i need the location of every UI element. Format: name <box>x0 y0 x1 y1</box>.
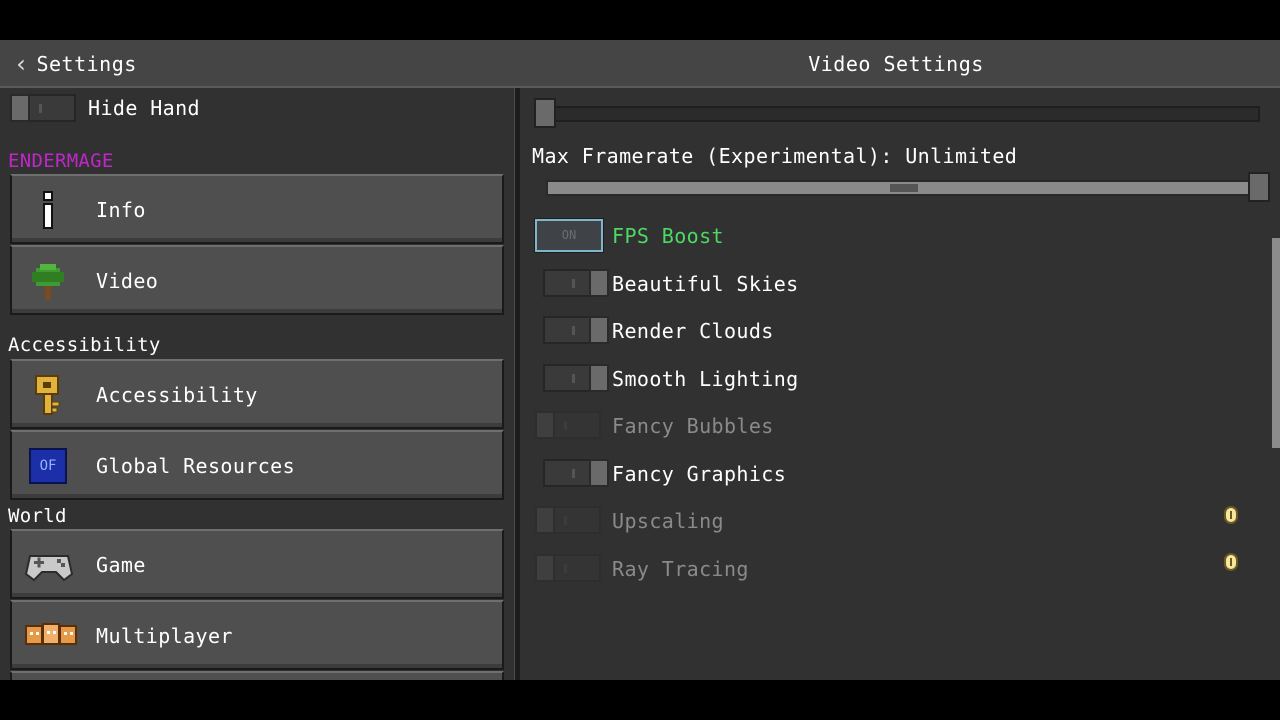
info-icon <box>28 191 68 229</box>
page-title: Video Settings <box>808 52 984 76</box>
sidebar-item-label: Info <box>96 198 146 222</box>
section-endermage: ENDERMAGE <box>8 150 114 172</box>
back-button[interactable]: ‹ Settings <box>14 49 137 79</box>
fancy-graphics-toggle[interactable] <box>543 459 609 487</box>
header-bar: ‹ Settings Video Settings <box>0 40 1280 88</box>
toggle-knob <box>10 94 30 122</box>
fps-boost-label: FPS Boost <box>612 224 724 248</box>
max-framerate-slider-track[interactable] <box>546 180 1260 196</box>
slider-notch <box>890 184 918 192</box>
sidebar-item-accessibility[interactable]: Accessibility <box>10 359 504 429</box>
toggle-knob <box>535 506 555 534</box>
sidebar-item-label: Global Resources <box>96 454 296 478</box>
back-label: Settings <box>36 52 137 76</box>
sidebar-item-partial[interactable] <box>10 671 504 680</box>
toggle-knob <box>535 411 555 439</box>
sidebar-item-info[interactable]: Info <box>10 174 504 244</box>
smooth-lighting-toggle[interactable] <box>543 364 609 392</box>
upscaling-label: Upscaling <box>612 509 724 533</box>
fancy-graphics-label: Fancy Graphics <box>612 462 787 486</box>
hide-hand-label: Hide Hand <box>88 96 200 120</box>
resource-pack-icon: OF <box>28 448 68 484</box>
render-clouds-label: Render Clouds <box>612 319 774 343</box>
fps-boost-toggle[interactable]: ON <box>534 218 604 253</box>
top-slider-track[interactable] <box>534 106 1260 122</box>
section-accessibility: Accessibility <box>8 334 161 356</box>
max-framerate-slider-handle[interactable] <box>1248 172 1270 202</box>
resource-pack-icon-text: OF <box>29 448 67 484</box>
players-icon <box>24 618 78 654</box>
sidebar-item-global-resources[interactable]: OF Global Resources <box>10 430 504 500</box>
toggle-knob <box>589 459 609 487</box>
toggle-knob <box>589 269 609 297</box>
ray-tracing-info-icon[interactable] <box>1224 553 1238 571</box>
sidebar-item-label: Accessibility <box>96 383 258 407</box>
sidebar-item-label: Multiplayer <box>96 624 233 648</box>
top-slider-handle[interactable] <box>534 98 556 128</box>
sidebar-item-label: Game <box>96 553 146 577</box>
panel-scrollbar[interactable] <box>1272 238 1280 448</box>
ray-tracing-toggle[interactable] <box>535 554 601 582</box>
sidebar-item-multiplayer[interactable]: Multiplayer <box>10 600 504 670</box>
toggle-knob <box>589 364 609 392</box>
sidebar: Hide Hand ENDERMAGE Info Video Accessibi… <box>0 88 512 680</box>
max-framerate-label: Max Framerate (Experimental): Unlimited <box>532 144 1018 168</box>
settings-window: ‹ Settings Video Settings Hide Hand ENDE… <box>0 40 1280 680</box>
tree-icon <box>28 263 68 300</box>
ray-tracing-label: Ray Tracing <box>612 557 749 581</box>
toggle-knob <box>589 316 609 344</box>
hide-hand-toggle[interactable] <box>10 94 76 122</box>
upscaling-toggle[interactable] <box>535 506 601 534</box>
render-clouds-toggle[interactable] <box>543 316 609 344</box>
toggle-knob <box>535 554 555 582</box>
sidebar-item-label: Video <box>96 269 159 293</box>
section-world: World <box>8 505 67 527</box>
key-icon <box>28 375 68 415</box>
controller-icon <box>24 547 74 583</box>
fancy-bubbles-toggle[interactable] <box>535 411 601 439</box>
beautiful-skies-label: Beautiful Skies <box>612 272 799 296</box>
smooth-lighting-label: Smooth Lighting <box>612 367 799 391</box>
sidebar-item-game[interactable]: Game <box>10 529 504 599</box>
upscaling-info-icon[interactable] <box>1224 506 1238 524</box>
sidebar-item-video[interactable]: Video <box>10 245 504 315</box>
chevron-left-icon: ‹ <box>14 50 29 78</box>
fancy-bubbles-label: Fancy Bubbles <box>612 414 774 438</box>
video-settings-panel: Max Framerate (Experimental): Unlimited … <box>520 88 1280 680</box>
beautiful-skies-toggle[interactable] <box>543 269 609 297</box>
